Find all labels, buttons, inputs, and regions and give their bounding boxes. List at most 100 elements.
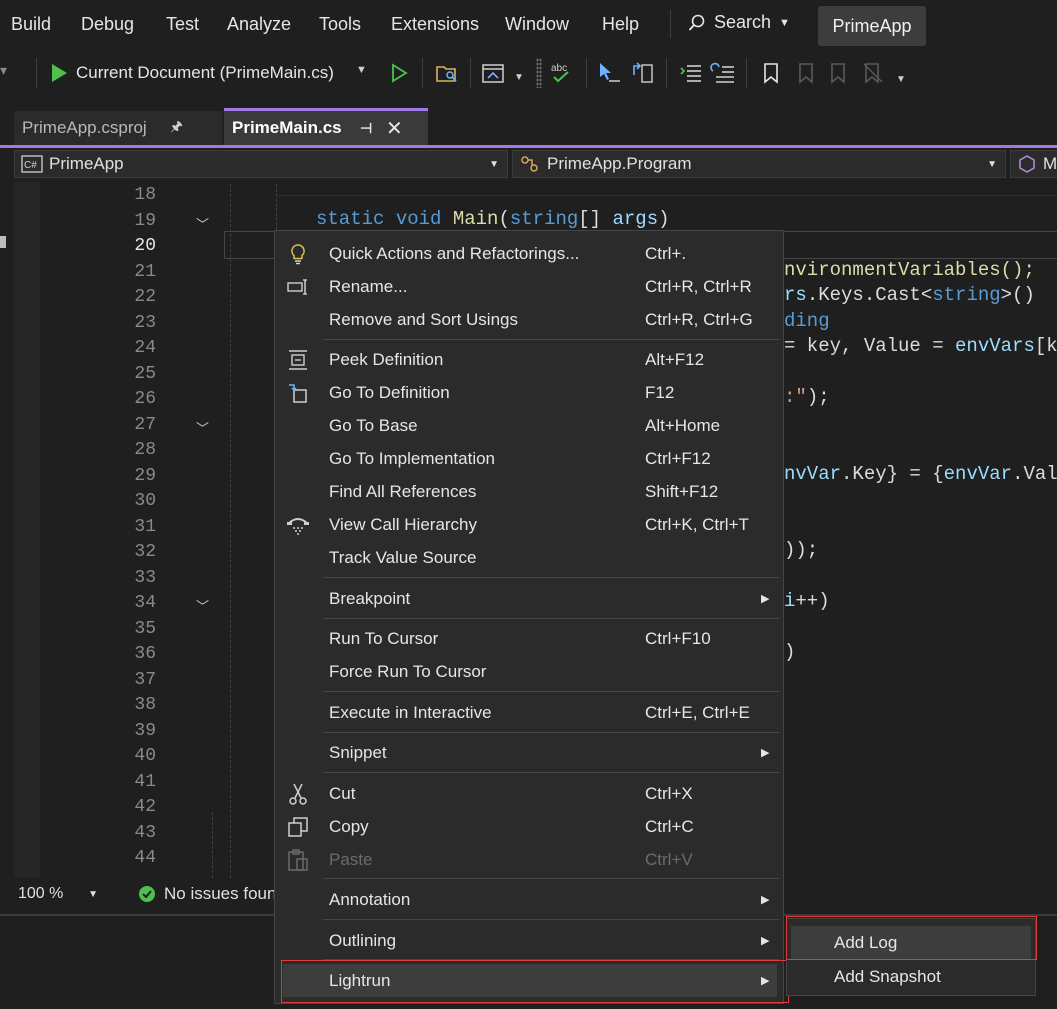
clear-bookmarks-icon[interactable] (860, 60, 886, 86)
chevron-down-icon[interactable]: ▼ (514, 72, 524, 83)
folder-search-icon[interactable] (434, 60, 460, 86)
line-number: 23 (134, 313, 156, 333)
csharp-project-icon: C# (21, 155, 43, 173)
bookmark-icon[interactable] (758, 60, 784, 86)
navigation-bar: C# PrimeApp ▼ PrimeApp.Program ▼ M (0, 150, 1057, 180)
menu-item-go-to-implementation[interactable]: Go To Implementation Ctrl+F12 (275, 442, 783, 475)
chevron-down-icon: ▼ (987, 158, 997, 170)
scissors-icon (285, 781, 311, 807)
menu-help[interactable]: Help (602, 14, 639, 35)
search-button[interactable]: Search ▼ (688, 12, 790, 33)
issues-label: No issues foun (164, 884, 277, 903)
menu-separator (323, 878, 779, 879)
code-line-26: :"); (784, 386, 830, 408)
toolbar-separator (666, 58, 667, 88)
menu-build[interactable]: Build (11, 14, 51, 35)
menu-item-rename[interactable]: Rename... Ctrl+R, Ctrl+R (275, 270, 783, 303)
toolbar-options-icon[interactable]: ▼ (896, 74, 906, 85)
toolbar-separator (36, 58, 37, 88)
home-window-icon[interactable] (480, 60, 506, 86)
line-number: 43 (134, 823, 156, 843)
menu-analyze[interactable]: Analyze (227, 14, 291, 35)
menu-divider (670, 10, 671, 38)
add-log-highlight-box (786, 916, 1037, 960)
menu-item-view-call-hierarchy[interactable]: View Call Hierarchy Ctrl+K, Ctrl+T (275, 508, 783, 541)
menu-item-add-snapshot[interactable]: Add Snapshot (787, 960, 1035, 993)
submenu-arrow-icon: ▶ (761, 935, 770, 947)
code-line-34: i++) (784, 590, 830, 612)
previous-bookmark-icon[interactable] (792, 60, 818, 86)
menu-bar: Build Debug Test Analyze Tools Extension… (0, 0, 1057, 50)
line-number: 34 (134, 593, 156, 613)
zoom-dropdown[interactable]: 100 % ▼ (12, 882, 104, 906)
toolbar-overflow-icon[interactable]: ▾ (0, 62, 7, 79)
class-icon (521, 156, 538, 172)
menu-tools[interactable]: Tools (319, 14, 361, 35)
menu-debug[interactable]: Debug (81, 14, 134, 35)
menu-test[interactable]: Test (166, 14, 199, 35)
menu-item-outlining[interactable]: Outlining ▶ (275, 924, 783, 957)
spell-check-icon[interactable]: abc (548, 60, 574, 86)
run-target-dropdown-icon[interactable]: ▼ (356, 64, 367, 76)
menu-item-quick-actions[interactable]: Quick Actions and Refactorings... Ctrl+. (275, 237, 783, 270)
project-dropdown[interactable]: C# PrimeApp ▼ (14, 150, 508, 178)
search-icon (688, 14, 705, 31)
pin-icon[interactable]: 🖈 (170, 116, 183, 140)
collapse-chevron-icon[interactable]: ﹀ (196, 596, 209, 615)
uncomment-lines-icon[interactable] (710, 60, 736, 86)
run-button[interactable]: Current Document (PrimeMain.cs) (50, 57, 334, 89)
start-without-debugging-icon[interactable] (386, 60, 412, 86)
check-circle-icon (139, 886, 155, 902)
toolbar-separator (746, 58, 747, 88)
menu-item-go-to-base[interactable]: Go To Base Alt+Home (275, 409, 783, 442)
lightbulb-icon (285, 241, 311, 267)
menu-separator (323, 732, 779, 733)
menu-window[interactable]: Window (505, 14, 569, 35)
code-line-22: rs.Keys.Cast<string>() (784, 284, 1035, 306)
tab-primeapp-csproj[interactable]: PrimeApp.csproj 🖈 (14, 111, 222, 145)
toolbar: ▾ Current Document (PrimeMain.cs) ▼ ▼ ab… (0, 52, 1057, 94)
toolbar-separator (586, 58, 587, 88)
solution-name-badge[interactable]: PrimeApp (818, 6, 926, 46)
menu-item-remove-sort-usings[interactable]: Remove and Sort Usings Ctrl+R, Ctrl+G (275, 303, 783, 336)
member-dropdown[interactable]: M (1010, 150, 1057, 178)
menu-item-paste[interactable]: Paste Ctrl+V (275, 843, 783, 876)
menu-item-annotation[interactable]: Annotation ▶ (275, 883, 783, 916)
menu-extensions[interactable]: Extensions (391, 14, 479, 35)
menu-item-execute-interactive[interactable]: Execute in Interactive Ctrl+E, Ctrl+E (275, 696, 783, 729)
line-number: 24 (134, 338, 156, 358)
toolbar-grip[interactable] (536, 58, 542, 88)
menu-separator (323, 772, 779, 773)
toolbar-separator (470, 58, 471, 88)
editor-margin (14, 182, 40, 878)
menu-item-copy[interactable]: Copy Ctrl+C (275, 810, 783, 843)
menu-item-peek-definition[interactable]: Peek Definition Alt+F12 (275, 343, 783, 376)
collapse-chevron-icon[interactable]: ﹀ (196, 418, 209, 437)
menu-separator (323, 339, 779, 340)
issues-indicator[interactable]: No issues foun (138, 884, 276, 904)
document-outline-icon[interactable] (630, 60, 656, 86)
menu-item-go-to-definition[interactable]: Go To Definition F12 (275, 376, 783, 409)
menu-item-force-run-to-cursor[interactable]: Force Run To Cursor (275, 655, 783, 688)
pin-icon[interactable]: ⊣ (360, 120, 372, 137)
next-bookmark-icon[interactable] (826, 60, 852, 86)
line-number-current: 20 (134, 236, 156, 256)
line-number: 41 (134, 772, 156, 792)
select-cursor-icon[interactable] (596, 60, 622, 86)
menu-item-cut[interactable]: Cut Ctrl+X (275, 777, 783, 810)
search-label: Search (714, 12, 772, 32)
comment-lines-icon[interactable] (678, 60, 704, 86)
menu-item-breakpoint[interactable]: Breakpoint ▶ (275, 582, 783, 615)
menu-item-find-all-references[interactable]: Find All References Shift+F12 (275, 475, 783, 508)
close-icon[interactable]: ✕ (386, 116, 403, 141)
line-number: 28 (134, 440, 156, 460)
menu-item-snippet[interactable]: Snippet ▶ (275, 736, 783, 769)
menu-item-track-value-source[interactable]: Track Value Source (275, 541, 783, 574)
menu-item-run-to-cursor[interactable]: Run To Cursor Ctrl+F10 (275, 622, 783, 655)
code-line-23: ding (784, 310, 830, 332)
collapse-chevron-icon[interactable]: ﹀ (196, 214, 209, 233)
tab-primemain-cs[interactable]: PrimeMain.cs ⊣ ✕ (224, 108, 428, 145)
line-number: 26 (134, 389, 156, 409)
class-dropdown[interactable]: PrimeApp.Program ▼ (512, 150, 1006, 178)
document-tab-strip: PrimeApp.csproj 🖈 PrimeMain.cs ⊣ ✕ (0, 108, 1057, 145)
